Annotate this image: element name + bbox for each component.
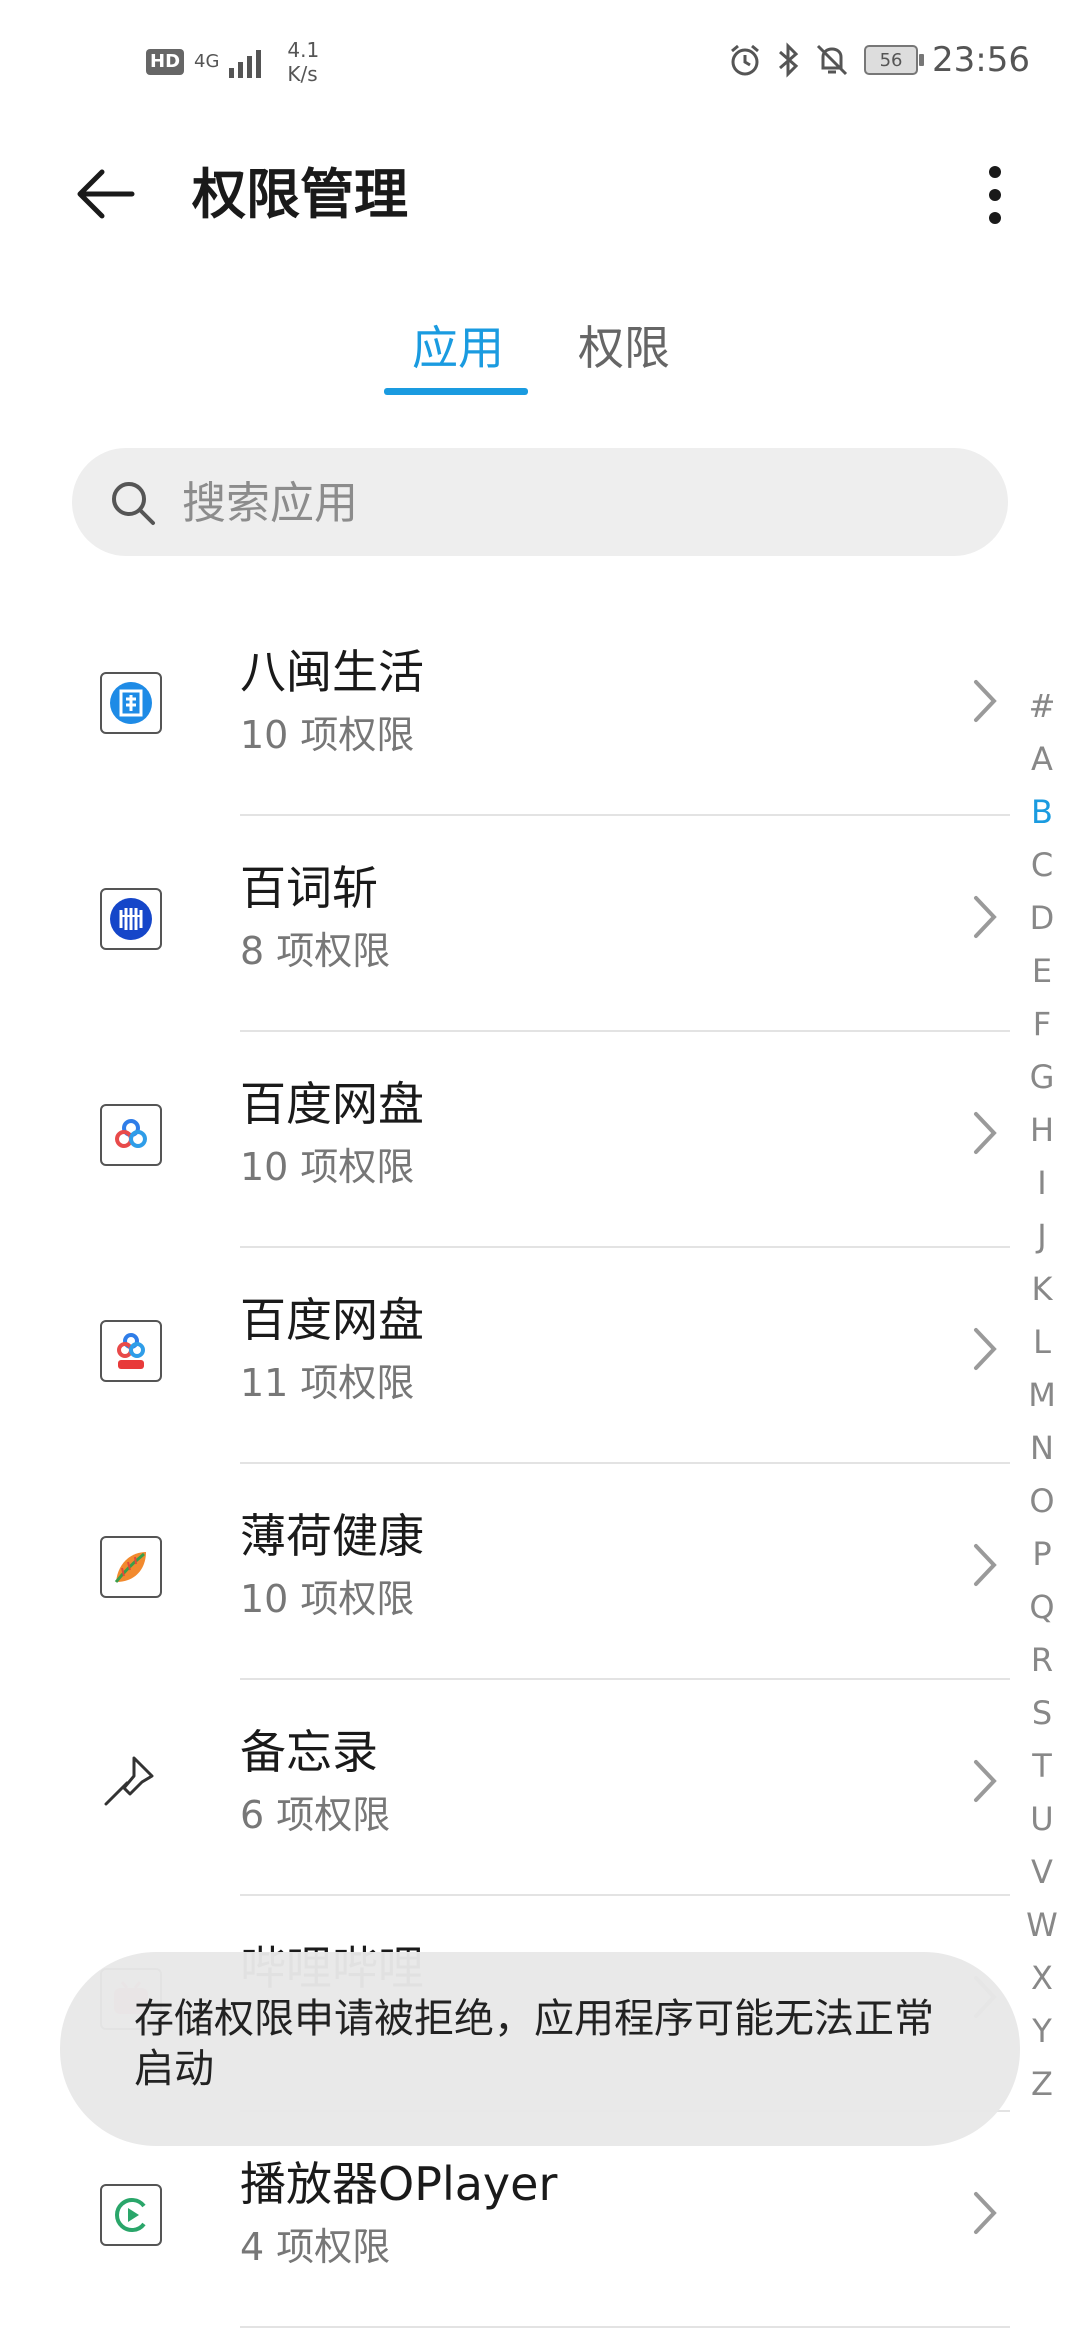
tab-apps[interactable]: 应用 — [412, 318, 504, 378]
oplayer-app-icon — [100, 2184, 162, 2246]
app-name: 薄荷健康 — [240, 1509, 424, 1563]
index-letter[interactable]: O — [1022, 1475, 1062, 1528]
permission-count: 10 项权限 — [240, 1577, 415, 1621]
index-letter[interactable]: V — [1022, 1846, 1062, 1899]
index-letter[interactable]: S — [1022, 1687, 1062, 1740]
network-type: 4G — [194, 51, 220, 72]
permission-count: 8 项权限 — [240, 929, 391, 973]
permission-count: 10 项权限 — [240, 713, 415, 757]
index-letter[interactable]: U — [1022, 1793, 1062, 1846]
chevron-right-icon — [974, 680, 997, 722]
permission-count: 10 项权限 — [240, 1145, 415, 1189]
mint-health-app-icon — [100, 1536, 162, 1598]
index-letter[interactable]: C — [1022, 839, 1062, 892]
baicizhan-app-icon — [100, 888, 162, 950]
index-letter[interactable]: F — [1022, 998, 1062, 1051]
list-item[interactable]: 百词斩 8 项权限 — [0, 816, 1010, 1032]
alphabet-index[interactable]: # A B C D E F G H I J K L M N O P Q R S T U V W X Y Z — [1022, 680, 1062, 2111]
app-name: 百度网盘 — [240, 1077, 424, 1131]
index-letter[interactable]: H — [1022, 1104, 1062, 1157]
net-speed: 4.1 K/s — [287, 38, 319, 86]
clock: 23:56 — [932, 40, 1030, 80]
index-letter[interactable]: I — [1022, 1157, 1062, 1210]
list-item[interactable]: 八闽生活 10 项权限 — [0, 600, 1010, 816]
tab-permissions[interactable]: 权限 — [578, 318, 670, 378]
status-right: 56 23:56 — [728, 40, 1030, 80]
battery-icon: 56 — [864, 45, 925, 75]
index-letter[interactable]: D — [1022, 892, 1062, 945]
battery-level: 56 — [879, 49, 903, 71]
status-left: HD 4G 4.1 K/s — [146, 38, 319, 86]
app-name: 播放器OPlayer — [240, 2157, 558, 2211]
index-letter[interactable]: Q — [1022, 1581, 1062, 1634]
chevron-right-icon — [974, 1112, 997, 1154]
chevron-right-icon — [974, 896, 997, 938]
signal-icon — [229, 50, 262, 78]
tab-bar: 应用 权限 — [0, 300, 1080, 400]
permission-count: 11 项权限 — [240, 1361, 415, 1405]
index-letter[interactable]: Z — [1022, 2058, 1062, 2111]
pin-icon — [100, 1752, 158, 1810]
mute-icon — [816, 44, 848, 76]
index-letter[interactable]: # — [1022, 680, 1062, 733]
app-name: 八闽生活 — [240, 645, 424, 699]
index-letter[interactable]: X — [1022, 1952, 1062, 2005]
app-header: 权限管理 — [0, 130, 1080, 260]
toast-text: 存储权限申请被拒绝，应用程序可能无法正常启动 — [134, 1996, 934, 2092]
index-letter[interactable]: T — [1022, 1740, 1062, 1793]
index-letter[interactable]: W — [1022, 1899, 1062, 1952]
back-arrow-icon[interactable] — [70, 158, 142, 230]
index-letter[interactable]: E — [1022, 945, 1062, 998]
index-letter[interactable]: L — [1022, 1316, 1062, 1369]
permission-count: 6 项权限 — [240, 1793, 391, 1837]
index-letter[interactable]: B — [1022, 786, 1062, 839]
index-letter[interactable]: R — [1022, 1634, 1062, 1687]
list-item[interactable]: 百度网盘 10 项权限 — [0, 1032, 1010, 1248]
index-letter[interactable]: G — [1022, 1051, 1062, 1104]
index-letter[interactable]: K — [1022, 1263, 1062, 1316]
list-item[interactable]: 薄荷健康 10 项权限 — [0, 1464, 1010, 1680]
search-input[interactable] — [180, 468, 964, 538]
index-letter[interactable]: M — [1022, 1369, 1062, 1422]
bluetooth-icon — [779, 42, 799, 78]
tab-indicator — [384, 388, 528, 395]
divider — [240, 2326, 1010, 2328]
net-speed-unit: K/s — [287, 62, 318, 86]
index-letter[interactable]: Y — [1022, 2005, 1062, 2058]
baidu-netdisk-app-icon — [100, 1104, 162, 1166]
index-letter[interactable]: A — [1022, 733, 1062, 786]
chevron-right-icon — [974, 1328, 997, 1370]
more-options-icon[interactable] — [960, 160, 1030, 230]
hd-badge: HD — [146, 49, 185, 75]
app-name: 备忘录 — [240, 1725, 378, 1779]
app-name: 百词斩 — [240, 861, 378, 915]
index-letter[interactable]: N — [1022, 1422, 1062, 1475]
chevron-right-icon — [974, 1760, 997, 1802]
search-icon — [112, 482, 155, 525]
list-item[interactable]: 百度网盘 11 项权限 — [0, 1248, 1010, 1464]
chevron-right-icon — [974, 2192, 997, 2234]
permission-count: 4 项权限 — [240, 2225, 391, 2269]
app-name: 百度网盘 — [240, 1293, 424, 1347]
index-letter[interactable]: J — [1022, 1210, 1062, 1263]
toast-message: 存储权限申请被拒绝，应用程序可能无法正常启动 — [60, 1952, 1020, 2146]
list-item[interactable]: 备忘录 6 项权限 — [0, 1680, 1010, 1896]
page-title: 权限管理 — [192, 163, 408, 226]
baidu-netdisk-app-icon — [100, 1320, 162, 1382]
chevron-right-icon — [974, 1544, 997, 1586]
index-letter[interactable]: P — [1022, 1528, 1062, 1581]
bamin-app-icon — [100, 672, 162, 734]
search-bar[interactable] — [72, 448, 1008, 556]
status-bar: HD 4G 4.1 K/s 56 23:56 — [0, 0, 1080, 130]
net-speed-value: 4.1 — [287, 38, 320, 62]
alarm-icon — [731, 44, 759, 76]
